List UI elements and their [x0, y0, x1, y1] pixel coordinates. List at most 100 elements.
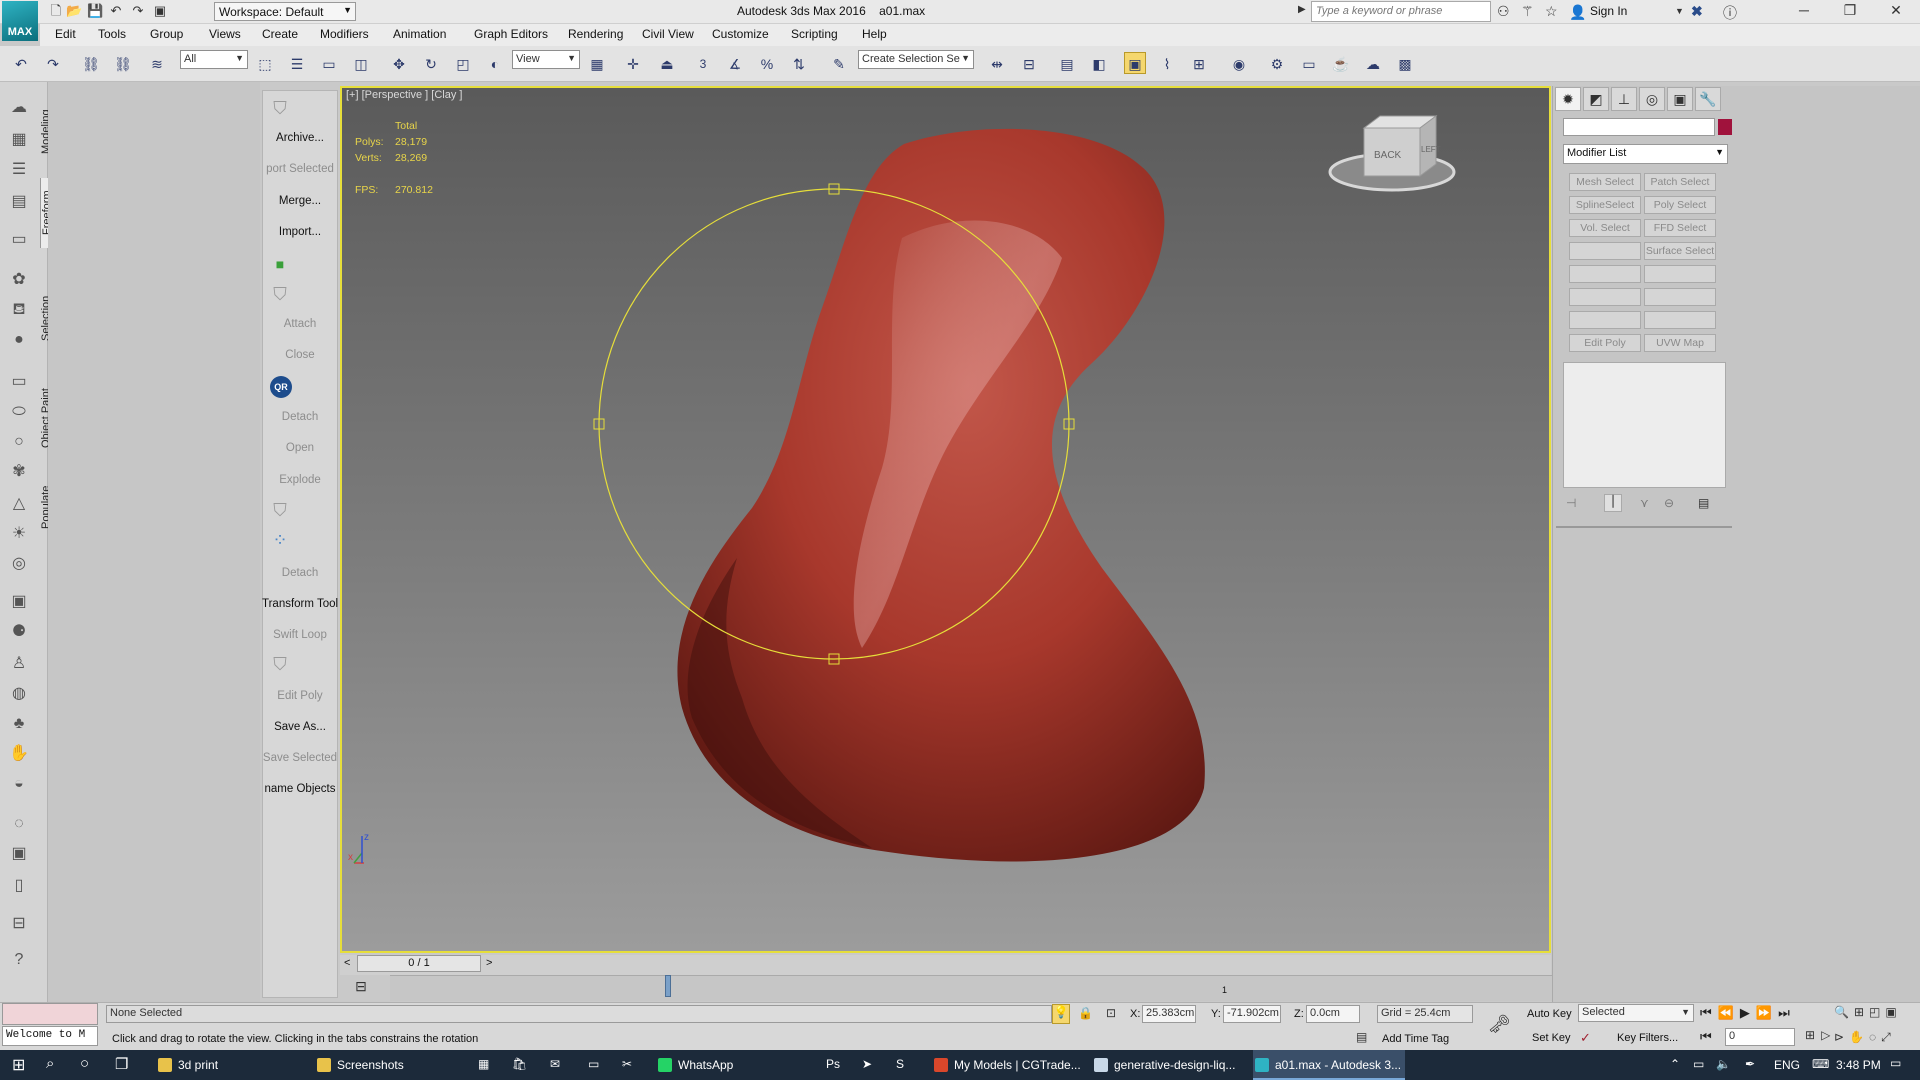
viewport-nav-controls-2[interactable]: ⊳✋◌⤢ — [1834, 1030, 1896, 1045]
modifier-button-empty[interactable] — [1569, 242, 1641, 260]
maxscript-mini-listener[interactable]: Welcome to M — [2, 1026, 98, 1046]
modifier-button-edit-poly[interactable]: Edit Poly — [1569, 334, 1641, 352]
language-indicator[interactable]: ENG — [1774, 1058, 1800, 1072]
viewport-label-menu[interactable]: [+] [Perspective ] [Clay ] — [346, 89, 462, 101]
tray-overflow-icon[interactable]: ⌃ — [1670, 1057, 1680, 1071]
remote-desktop-icon[interactable]: ▭ — [588, 1057, 599, 1071]
maxscript-listener-top[interactable] — [2, 1003, 98, 1025]
ribbon-port-selected[interactable]: port Selected — [262, 163, 338, 175]
modifier-button-empty[interactable] — [1644, 265, 1716, 283]
taskbar-item-whatsapp[interactable]: WhatsApp — [656, 1050, 736, 1080]
select-object-icon[interactable]: ⬚ — [254, 52, 276, 74]
time-marker[interactable] — [665, 975, 671, 997]
display-tab-icon[interactable]: ▣ — [1667, 87, 1693, 111]
ribbon-toggle-icon[interactable]: ▣ — [1124, 52, 1146, 74]
edit-named-selection-icon[interactable]: ✎ — [828, 52, 850, 74]
play-icon[interactable]: ▶ — [1740, 1005, 1756, 1020]
menu-civil-view[interactable]: Civil View — [642, 27, 694, 41]
modifier-button-vol-select[interactable]: Vol. Select — [1569, 219, 1641, 237]
ribbon-transform-tool[interactable]: Transform Tool — [262, 598, 338, 610]
palm-icon[interactable]: ✿ — [6, 268, 32, 292]
store-icon[interactable]: 🛍 — [512, 1057, 527, 1071]
hierarchy-tab-icon[interactable]: ⊥ — [1611, 87, 1637, 111]
ribbon-archive[interactable]: Archive... — [262, 132, 338, 144]
ribbon-detach[interactable]: Detach — [262, 411, 338, 423]
ribbon-attach[interactable]: Attach — [262, 318, 338, 330]
sphere-icon[interactable]: ○ — [6, 430, 32, 454]
menu-edit[interactable]: Edit — [55, 27, 76, 41]
undo-icon[interactable]: ↶ — [10, 52, 32, 74]
network-icon[interactable]: ▭ — [1693, 1057, 1704, 1071]
manipulate-icon[interactable]: ✛ — [622, 52, 644, 74]
modifier-button-uvw-map[interactable]: UVW Map — [1644, 334, 1716, 352]
modifier-button-surface-select[interactable]: Surface Select — [1644, 242, 1716, 260]
torus-icon[interactable]: ◎ — [6, 552, 32, 576]
camera-icon[interactable]: ▣ — [6, 842, 32, 866]
create-tab-icon[interactable]: ✹ — [1555, 87, 1581, 111]
telegram-icon[interactable]: ➤ — [862, 1057, 872, 1071]
selection-lock-icon[interactable]: 🔒 — [1078, 1006, 1093, 1020]
remove-modifier-icon[interactable]: ⊖ — [1664, 496, 1674, 510]
open-file-icon[interactable]: 📂 — [66, 3, 82, 19]
save-file-icon[interactable]: 💾 — [87, 3, 103, 19]
workspace-dropdown[interactable]: Workspace: Default ▼ — [214, 2, 356, 21]
qr-badge-icon[interactable]: QR — [270, 376, 292, 398]
next-frame-icon[interactable]: ⏩ — [1756, 1005, 1778, 1020]
keyboard-icon[interactable]: ⌨ — [1812, 1057, 1829, 1071]
taskbar-item-my-models-cgtrade[interactable]: My Models | CGTrade... — [932, 1050, 1084, 1080]
select-and-link-icon[interactable]: ⛓ — [80, 52, 102, 74]
redo-icon[interactable]: ↷ — [42, 52, 64, 74]
z-coordinate-field[interactable]: 0.0cm — [1306, 1005, 1360, 1023]
x-coordinate-field[interactable]: 25.383cm — [1142, 1005, 1196, 1023]
key-filters-button[interactable]: Key Filters... — [1617, 1032, 1678, 1044]
exchange-apps-icon[interactable]: ✖ — [1691, 3, 1703, 20]
restore-button[interactable]: ❐ — [1830, 2, 1870, 22]
set-key-mode-icon[interactable]: 🗝 — [1488, 1014, 1511, 1035]
modifier-button-empty[interactable] — [1569, 288, 1641, 306]
time-slider[interactable]: 0 / 1 — [357, 955, 481, 972]
objects-icon[interactable]: ▭ — [6, 228, 32, 252]
clock[interactable]: 3:48 PM — [1836, 1058, 1881, 1072]
undo-icon[interactable]: ↶ — [108, 3, 124, 19]
menu-views[interactable]: Views — [209, 27, 241, 41]
water-icon[interactable]: ◌ — [6, 812, 32, 836]
menu-animation[interactable]: Animation — [393, 27, 446, 41]
make-unique-icon[interactable]: ⋎ — [1640, 496, 1649, 510]
spheres-icon[interactable]: ⚈ — [6, 620, 32, 644]
cortana-icon[interactable]: ○ — [80, 1055, 89, 1072]
keyboard-shortcut-override-icon[interactable]: ⏏ — [656, 52, 678, 74]
window-crossing-icon[interactable]: ◫ — [350, 52, 372, 74]
skype-icon[interactable]: S — [896, 1057, 904, 1071]
notifications-icon[interactable]: ▭ — [1890, 1056, 1901, 1070]
scene-icon[interactable]: ☁ — [6, 96, 32, 120]
pin-stack-icon[interactable]: ⊣ — [1566, 496, 1576, 510]
sign-in-button[interactable]: Sign In — [1590, 4, 1627, 18]
zoom-extents-all-icon[interactable]: ▣ — [1885, 1005, 1901, 1019]
object-name-field[interactable] — [1563, 118, 1715, 136]
menu-create[interactable]: Create — [262, 27, 298, 41]
spinner-snap-icon[interactable]: ⇅ — [788, 52, 810, 74]
sun-icon[interactable]: ☀ — [6, 522, 32, 546]
key-mode-toggle-icon[interactable]: ⏮ — [1700, 1029, 1712, 1045]
zoom-icon[interactable]: 🔍 — [1834, 1005, 1854, 1019]
search-icon[interactable]: ⌕ — [46, 1055, 54, 1072]
mirror-icon[interactable]: ⇹ — [986, 52, 1008, 74]
configure-modifier-sets-icon[interactable]: ▤ — [1698, 496, 1709, 510]
taskbar-item-3d-print[interactable]: 3d print — [156, 1050, 306, 1080]
render-setup-icon[interactable]: ⚙ — [1266, 52, 1288, 74]
time-config-controls[interactable]: ⊞▷ — [1805, 1028, 1836, 1042]
plane-icon[interactable]: ▭ — [6, 370, 32, 394]
show-end-result-icon[interactable]: ┃ — [1604, 494, 1622, 512]
key-filter-icon[interactable]: ✓ — [1580, 1030, 1591, 1046]
mail-icon[interactable]: ✉ — [550, 1057, 560, 1071]
mesh-icon[interactable]: ⛉ — [268, 498, 292, 522]
viewport-nav-controls[interactable]: 🔍⊞◰▣ — [1834, 1005, 1902, 1019]
select-by-name-icon[interactable]: ☰ — [286, 52, 308, 74]
perspective-viewport[interactable]: BACK LEFT z x — [340, 86, 1551, 953]
snaps-toggle-icon[interactable]: 3 — [692, 52, 714, 74]
unlink-icon[interactable]: ⛓ — [112, 52, 134, 74]
ribbon-save-selected[interactable]: Save Selected — [262, 752, 338, 764]
modifier-button-splineselect[interactable]: SplineSelect — [1569, 196, 1641, 214]
modify-tab-icon[interactable]: ◩ — [1583, 87, 1609, 111]
list-icon[interactable]: ☰ — [6, 158, 32, 182]
